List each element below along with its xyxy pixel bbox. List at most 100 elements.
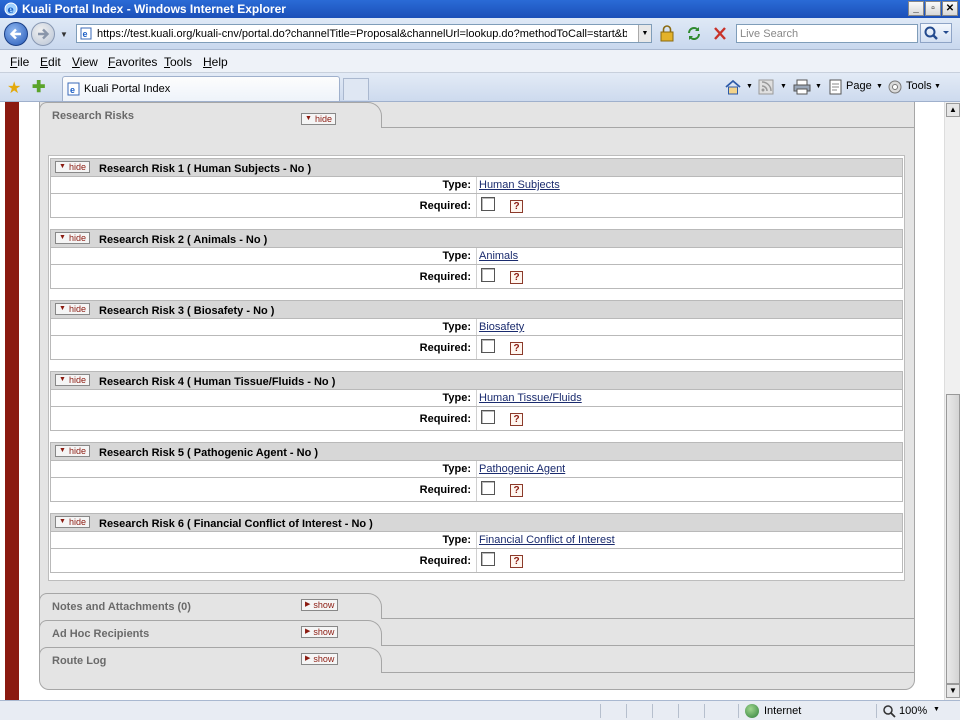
collapse-triangle-icon: ▼ [59,447,66,454]
required-checkbox[interactable] [481,552,495,566]
forward-button[interactable] [31,22,55,46]
add-favorite-icon[interactable]: ✚ [32,77,45,97]
page-dropdown-icon[interactable]: ▼ [876,83,883,90]
back-button[interactable] [4,22,28,46]
show-route-log-button[interactable]: ▶ show [301,653,339,665]
favorites-star-icon[interactable]: ★ [7,78,21,98]
vertical-scrollbar[interactable]: ▲ ▼ [944,102,960,700]
research-risk-item: ▼ hide Research Risk 2 ( Animals - No ) T… [50,229,903,297]
required-checkbox[interactable] [481,339,495,353]
collapse-triangle-icon: ▼ [59,234,66,241]
show-ad-hoc-recipients-button[interactable]: ▶ show [301,626,339,638]
menu-tools[interactable]: Tools [164,55,192,69]
menu-favorites[interactable]: Favorites [108,55,157,69]
feeds-dropdown-icon[interactable]: ▼ [780,83,787,90]
help-icon[interactable]: ? [510,271,523,284]
tab-label: Kuali Portal Index [84,83,171,95]
required-label: Required: [419,271,471,283]
minimize-button[interactable]: _ [908,1,924,16]
show-notes-attachments-button[interactable]: ▶ show [301,599,339,611]
collapse-triangle-icon: ▼ [59,163,66,170]
hide-risk-button[interactable]: ▼ hide [55,516,90,528]
search-box[interactable] [736,24,918,43]
required-label: Required: [419,484,471,496]
address-bar[interactable]: e ▼ [76,24,652,43]
hide-research-risks-button[interactable]: ▼ hide [301,113,336,125]
scrollbar-thumb[interactable] [946,394,960,684]
risk-type-link[interactable]: Human Subjects [479,179,560,191]
help-icon[interactable]: ? [510,555,523,568]
risk-title: Research Risk 5 ( Pathogenic Agent - No … [99,447,319,459]
hide-risk-button[interactable]: ▼ hide [55,161,90,173]
required-label: Required: [419,342,471,354]
risk-type-link[interactable]: Human Tissue/Fluids [479,392,582,404]
hide-risk-button[interactable]: ▼ hide [55,303,90,315]
risk-title: Research Risk 2 ( Animals - No ) [99,234,268,246]
section-title: Ad Hoc Recipients [52,628,150,640]
hide-risk-button[interactable]: ▼ hide [55,374,90,386]
help-icon[interactable]: ? [510,342,523,355]
feeds-icon[interactable] [758,79,774,95]
expand-triangle-icon: ▶ [305,655,311,662]
url-input[interactable] [97,26,627,41]
print-icon[interactable] [793,79,811,95]
type-label: Type: [442,392,471,404]
zoom-dropdown-icon[interactable]: ▼ [933,706,940,713]
print-dropdown-icon[interactable]: ▼ [815,83,822,90]
lock-icon[interactable] [657,24,677,43]
research-risk-header: ▼ hide Research Risk 1 ( Human Subjects -… [50,158,903,177]
hide-risk-button[interactable]: ▼ hide [55,232,90,244]
required-checkbox[interactable] [481,481,495,495]
new-tab-button[interactable] [343,78,369,100]
required-label: Required: [419,413,471,425]
collapse-triangle-icon: ▼ [305,115,312,122]
zoom-level[interactable]: 100% [899,705,927,717]
menu-help[interactable]: Help [203,55,228,69]
research-risk-item: ▼ hide Research Risk 6 ( Financial Confli… [50,513,903,581]
stop-icon[interactable] [710,24,730,43]
left-border [0,102,22,700]
maximize-button[interactable]: ▫ [925,1,941,16]
help-icon[interactable]: ? [510,413,523,426]
research-risk-header: ▼ hide Research Risk 4 ( Human Tissue/Flu… [50,371,903,390]
close-window-button[interactable]: ✕ [942,1,958,16]
required-checkbox[interactable] [481,197,495,211]
refresh-icon[interactable] [684,24,704,43]
menu-edit[interactable]: Edit [40,55,61,69]
address-dropdown-icon[interactable]: ▼ [638,25,651,42]
tools-dropdown-icon[interactable]: ▼ [934,83,941,90]
svg-text:e: e [70,85,75,95]
search-icon [924,26,949,40]
required-checkbox[interactable] [481,410,495,424]
research-risk-item: ▼ hide Research Risk 5 ( Pathogenic Agent… [50,442,903,510]
scroll-down-arrow-icon[interactable]: ▼ [946,684,960,698]
risk-type-link[interactable]: Animals [479,250,518,262]
risk-type-link[interactable]: Biosafety [479,321,524,333]
menu-file[interactable]: File [10,55,29,69]
menu-view[interactable]: View [72,55,98,69]
search-button[interactable] [920,23,952,43]
help-icon[interactable]: ? [510,484,523,497]
research-risk-header: ▼ hide Research Risk 2 ( Animals - No ) [50,229,903,248]
home-icon[interactable] [724,78,742,96]
required-checkbox[interactable] [481,268,495,282]
required-label: Required: [419,555,471,567]
page-icon: e [67,82,80,96]
search-input[interactable] [740,26,910,41]
address-toolbar: ▼ e ▼ [0,18,960,50]
risk-type-link[interactable]: Pathogenic Agent [479,463,565,475]
home-dropdown-icon[interactable]: ▼ [746,83,753,90]
history-dropdown-icon[interactable]: ▼ [60,30,68,39]
risk-type-link[interactable]: Financial Conflict of Interest [479,534,615,546]
type-label: Type: [442,534,471,546]
tools-menu[interactable]: Tools [906,80,932,92]
research-risk-item: ▼ hide Research Risk 4 ( Human Tissue/Flu… [50,371,903,439]
help-icon[interactable]: ? [510,200,523,213]
scroll-up-arrow-icon[interactable]: ▲ [946,103,960,117]
internet-explorer-icon: e [4,2,18,16]
zoom-icon[interactable] [882,704,896,718]
page-menu[interactable]: Page [846,80,872,92]
research-risk-header: ▼ hide Research Risk 5 ( Pathogenic Agent… [50,442,903,461]
hide-risk-button[interactable]: ▼ hide [55,445,90,457]
tab-kuali-portal-index[interactable]: e Kuali Portal Index [62,76,340,101]
